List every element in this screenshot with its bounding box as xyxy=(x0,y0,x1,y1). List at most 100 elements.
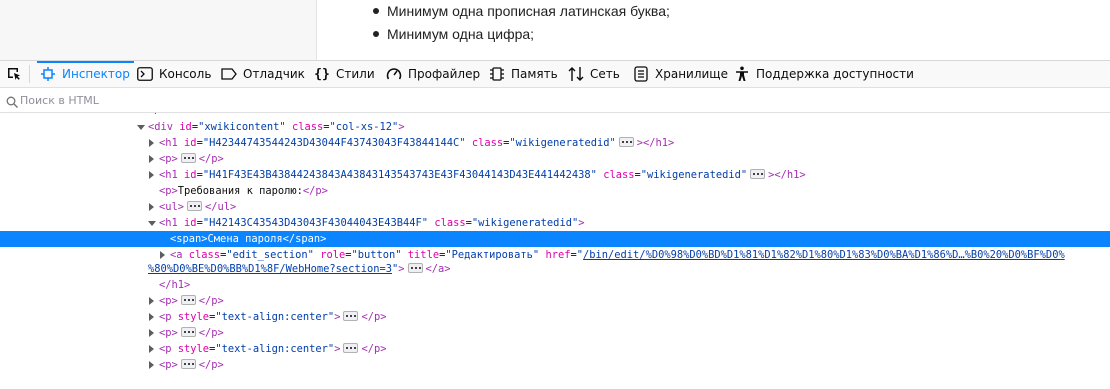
attr-name: class xyxy=(471,137,504,149)
expand-twisty-icon[interactable] xyxy=(149,313,154,321)
collapsed-children-badge[interactable] xyxy=(180,153,196,163)
tab-accessibility[interactable]: Поддержка доступности xyxy=(734,61,914,87)
href-link[interactable]: %80%D0%BE%D0%BB%D1%8F/WebHome?section=3 xyxy=(148,263,392,275)
tag-close: </a> xyxy=(425,263,451,275)
attr-value: "H42344743544243D43044F43743043F43844144… xyxy=(202,137,466,149)
tree-node[interactable]: <p> </p> xyxy=(0,293,1110,309)
tag-close: </p> xyxy=(361,343,387,355)
tab-profiler[interactable]: Профайлер xyxy=(386,61,480,87)
page-viewport: Минимум одна прописная латинская буква; … xyxy=(0,0,1110,60)
expand-twisty-icon[interactable] xyxy=(149,139,154,147)
attr-value: "text-align:center" xyxy=(215,311,335,323)
tag-close: </p> xyxy=(361,311,387,323)
tab-label: Стили xyxy=(336,67,375,81)
expand-twisty-icon[interactable] xyxy=(149,171,154,179)
tree-node[interactable]: <p style="text-align:center"> </p> xyxy=(0,341,1110,357)
expand-twisty-icon[interactable] xyxy=(149,329,154,337)
collapsed-children-badge[interactable] xyxy=(187,201,203,211)
tag-close: </ul> xyxy=(205,201,237,213)
collapsed-children-badge[interactable] xyxy=(180,359,196,369)
tree-node-selected[interactable]: <span>Смена пароля</span> xyxy=(0,231,1110,247)
tab-network[interactable]: Сеть xyxy=(568,61,620,87)
tree-node[interactable]: <p style="text-align:center"> </p> xyxy=(0,309,1110,325)
list-item: Минимум одна цифра; xyxy=(370,23,670,46)
attr-value: "edit_section" xyxy=(226,249,314,261)
console-icon xyxy=(137,66,153,82)
attr-value: "H42143C43543D43043F43044043E43B44F" xyxy=(202,217,429,229)
collapsed-children-badge[interactable] xyxy=(343,311,359,321)
tab-storage[interactable]: Хранилище xyxy=(633,61,728,87)
tab-label: Память xyxy=(511,67,558,81)
collapsed-children-badge[interactable] xyxy=(618,137,634,147)
tab-memory[interactable]: Память xyxy=(489,61,558,87)
tree-node[interactable]: </h1> xyxy=(0,277,1110,293)
tag-open: <p xyxy=(159,343,172,355)
tree-node[interactable]: <p>Требования к паролю:</p> xyxy=(0,183,1110,199)
list-item-text: Минимум одна прописная латинская буква; xyxy=(387,3,670,19)
devtools-toolbar: Инспектор Консоль Отладчик {} Стили Проф… xyxy=(0,61,1110,88)
tag-open: <p> xyxy=(159,295,178,307)
attr-name: id xyxy=(184,217,197,229)
attr-name: class xyxy=(434,217,466,229)
tree-node[interactable]: <p> </p> xyxy=(0,357,1110,373)
expand-twisty-icon[interactable] xyxy=(149,345,154,353)
attr-name: class xyxy=(291,121,324,133)
expand-twisty-icon[interactable] xyxy=(149,361,154,369)
expand-twisty-icon[interactable] xyxy=(149,155,154,163)
tag-open: <ul> xyxy=(159,201,185,213)
attr-value: "Редактировать" xyxy=(445,249,540,261)
expand-twisty-icon[interactable] xyxy=(149,203,154,211)
attr-value: "wikigeneratedid" xyxy=(509,137,616,149)
collapsed-children-badge[interactable] xyxy=(750,169,766,179)
network-arrows-icon xyxy=(568,66,584,82)
element-picker-icon[interactable] xyxy=(6,66,22,82)
collapsed-children-badge[interactable] xyxy=(180,327,196,337)
tree-node[interactable]: <h1 id="H42143C43543D43043F43044043E43B4… xyxy=(0,215,1110,231)
text-node: Смена пароля xyxy=(207,233,283,245)
expand-twisty-icon[interactable] xyxy=(160,251,165,259)
expand-twisty-icon[interactable] xyxy=(149,297,154,305)
collapse-twisty-icon[interactable] xyxy=(137,125,145,130)
attr-name: id xyxy=(184,169,197,181)
attr-value: "H41F43E43B43844243843A43843143543743E43… xyxy=(202,169,597,181)
tab-debugger[interactable]: Отладчик xyxy=(221,61,305,87)
tag-close: </p> xyxy=(198,153,224,165)
tree-node[interactable]: <h1 id="H42344743544243D43044F43743043F4… xyxy=(0,135,1110,151)
tab-label: Поддержка доступности xyxy=(756,67,914,81)
partial-row-text: </div> xyxy=(148,113,186,116)
tree-node[interactable]: <div id="xwikicontent" class="col-xs-12"… xyxy=(0,119,1110,135)
page-sidebar xyxy=(0,0,317,60)
accessibility-icon xyxy=(734,66,750,82)
storage-icon xyxy=(633,66,649,82)
tag-close: </p> xyxy=(198,295,224,307)
password-requirements-list: Минимум одна прописная латинская буква; … xyxy=(370,0,670,46)
tag-close: </p> xyxy=(198,359,224,371)
tag-close: </p> xyxy=(198,327,224,339)
collapse-twisty-icon[interactable] xyxy=(148,221,156,226)
collapsed-children-badge[interactable] xyxy=(407,263,423,273)
tab-label: Профайлер xyxy=(408,67,481,81)
text-node: Требования к паролю: xyxy=(177,185,303,197)
tab-inspector[interactable]: Инспектор xyxy=(37,61,134,87)
tab-label: Отладчик xyxy=(243,67,305,81)
tab-styles[interactable]: {} Стили xyxy=(314,61,375,87)
tab-console[interactable]: Консоль xyxy=(137,61,211,87)
href-link[interactable]: /bin/edit/%D0%98%D0%BD%D1%81%D1%82%D1%80… xyxy=(583,249,1065,261)
attr-name: class xyxy=(188,249,221,261)
collapsed-children-badge[interactable] xyxy=(343,343,359,353)
tag-close: </h1> xyxy=(159,279,191,291)
tree-node[interactable]: <ul> </ul> xyxy=(0,199,1110,215)
collapsed-children-badge[interactable] xyxy=(180,295,196,305)
tag-open: <span> xyxy=(170,233,208,245)
tree-node[interactable]: <h1 id="H41F43E43B43844243843A4384314354… xyxy=(0,167,1110,183)
tree-node[interactable]: <p> </p> xyxy=(0,151,1110,167)
tab-label: Консоль xyxy=(159,67,212,81)
tree-node[interactable]: <p> </p> xyxy=(0,325,1110,341)
bullet-icon xyxy=(373,31,379,37)
tab-label: Сеть xyxy=(590,67,620,81)
tag-open: <a xyxy=(170,249,183,261)
search-html-input[interactable] xyxy=(20,91,520,109)
tag-open: <p> xyxy=(159,327,178,339)
markup-tree: </div> <div id="xwikicontent" class="col… xyxy=(0,113,1110,389)
tag-close: </p> xyxy=(302,185,328,197)
